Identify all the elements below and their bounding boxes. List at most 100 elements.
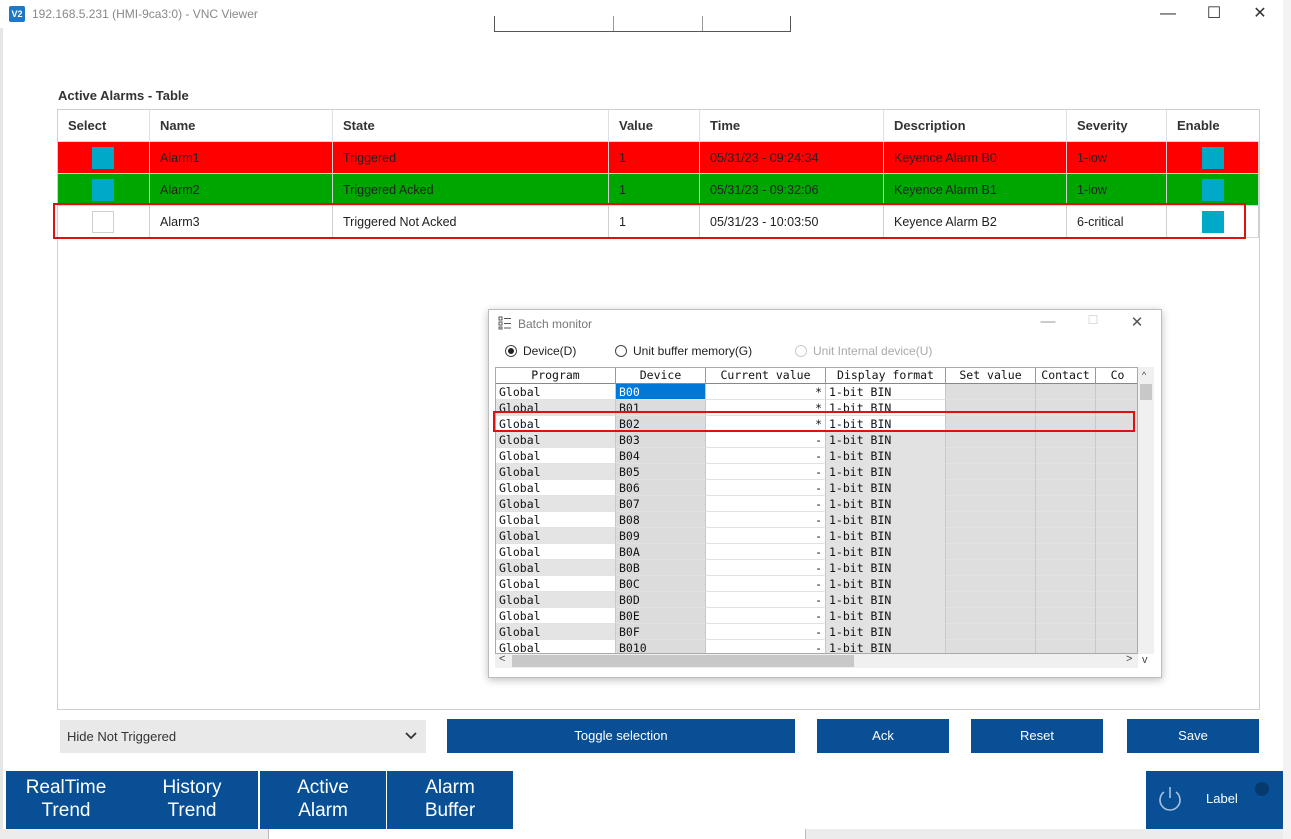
grid-program-cell: Global bbox=[496, 608, 616, 624]
grid-co-cell bbox=[1096, 448, 1137, 464]
grid-current-value-cell[interactable]: - bbox=[706, 464, 826, 480]
col-header-select[interactable]: Select bbox=[58, 110, 150, 142]
col-header-state[interactable]: State bbox=[333, 110, 609, 142]
col-header-severity[interactable]: Severity bbox=[1067, 110, 1167, 142]
chevron-down-icon[interactable] bbox=[404, 727, 418, 745]
grid-row[interactable]: Global B0C -1-bit BIN bbox=[496, 576, 1137, 592]
grid-row[interactable]: Global B04-1-bit BIN bbox=[496, 448, 1137, 464]
grid-row[interactable]: Global B0E -1-bit BIN bbox=[496, 608, 1137, 624]
reset-button[interactable]: Reset bbox=[971, 719, 1103, 753]
save-button[interactable]: Save bbox=[1127, 719, 1259, 753]
grid-set-value-cell bbox=[946, 496, 1036, 512]
grid-current-value-cell[interactable]: - bbox=[706, 640, 826, 653]
scroll-down-icon[interactable]: v bbox=[1142, 654, 1148, 666]
grid-current-value-cell[interactable]: - bbox=[706, 544, 826, 560]
grid-row[interactable]: Global B06-1-bit BIN bbox=[496, 480, 1137, 496]
close-button[interactable]: ✕ bbox=[1237, 2, 1283, 26]
grid-contact-cell bbox=[1036, 576, 1096, 592]
grid-row[interactable]: Global B0F -1-bit BIN bbox=[496, 624, 1137, 640]
grid-current-value-cell[interactable]: - bbox=[706, 480, 826, 496]
col-header-description[interactable]: Description bbox=[884, 110, 1067, 142]
top-partial-widget bbox=[494, 16, 791, 32]
grid-current-value-cell[interactable]: - bbox=[706, 432, 826, 448]
nav-tab-realtime-trend[interactable]: RealTime Trend bbox=[6, 771, 126, 829]
col-header-time[interactable]: Time bbox=[700, 110, 884, 142]
col-header-name[interactable]: Name bbox=[150, 110, 333, 142]
alarm-row[interactable]: Alarm2 Triggered Acked 1 05/31/23 - 09:32:0… bbox=[58, 174, 1259, 206]
toggle-selection-button[interactable]: Toggle selection bbox=[447, 719, 795, 753]
alarm-state-cell: Triggered Acked bbox=[333, 174, 609, 206]
select-checkbox[interactable] bbox=[92, 147, 114, 169]
grid-horizontal-thumb[interactable] bbox=[512, 655, 854, 667]
grid-vertical-thumb[interactable] bbox=[1140, 384, 1152, 400]
col-header-enable[interactable]: Enable bbox=[1167, 110, 1259, 142]
alarm-name-cell: Alarm2 bbox=[150, 174, 333, 206]
grid-co-cell bbox=[1096, 640, 1137, 653]
grid-row[interactable]: Global B08-1-bit BIN bbox=[496, 512, 1137, 528]
scroll-up-icon[interactable]: ^ bbox=[1142, 370, 1146, 380]
grid-current-value-cell[interactable]: - bbox=[706, 512, 826, 528]
grid-display-format-cell: 1-bit BIN bbox=[826, 448, 946, 464]
grid-program-cell: Global bbox=[496, 592, 616, 608]
grid-program-cell: Global bbox=[496, 544, 616, 560]
scroll-left-icon[interactable]: < bbox=[499, 653, 505, 665]
grid-header-set-value[interactable]: Set value bbox=[946, 368, 1036, 384]
filter-dropdown[interactable]: Hide Not Triggered bbox=[60, 720, 426, 753]
col-header-value[interactable]: Value bbox=[609, 110, 700, 142]
nav-tab-active-alarm[interactable]: Active Alarm bbox=[260, 771, 386, 829]
grid-row[interactable]: Global B07-1-bit BIN bbox=[496, 496, 1137, 512]
grid-row[interactable]: Global B0D -1-bit BIN bbox=[496, 592, 1137, 608]
grid-header-current-value[interactable]: Current value bbox=[706, 368, 826, 384]
grid-current-value-cell[interactable]: - bbox=[706, 560, 826, 576]
grid-set-value-cell bbox=[946, 480, 1036, 496]
grid-current-value-cell[interactable]: * bbox=[706, 384, 826, 400]
ack-button[interactable]: Ack bbox=[817, 719, 949, 753]
grid-row[interactable]: Global B00 * 1-bit BIN bbox=[496, 384, 1137, 400]
grid-device-cell: B0A bbox=[616, 544, 706, 560]
nav-tab-history-trend[interactable]: History Trend bbox=[126, 771, 258, 829]
alarm-value-cell: 1 bbox=[609, 174, 700, 206]
grid-co-cell bbox=[1096, 384, 1137, 400]
grid-row[interactable]: Global B09-1-bit BIN bbox=[496, 528, 1137, 544]
grid-current-value-cell[interactable]: - bbox=[706, 608, 826, 624]
grid-header-device[interactable]: Device bbox=[616, 368, 706, 384]
grid-row[interactable]: Global B010-1-bit BIN bbox=[496, 640, 1137, 653]
grid-current-value-cell[interactable]: - bbox=[706, 496, 826, 512]
grid-device-cell: B00 bbox=[616, 384, 706, 400]
grid-contact-cell bbox=[1036, 592, 1096, 608]
grid-vertical-scrollbar[interactable] bbox=[1138, 367, 1154, 654]
label-button-text: Label bbox=[1206, 791, 1238, 806]
grid-header-program[interactable]: Program bbox=[496, 368, 616, 384]
enable-checkbox[interactable] bbox=[1202, 147, 1224, 169]
grid-header-contact[interactable]: Contact bbox=[1036, 368, 1096, 384]
grid-header-co[interactable]: Co bbox=[1096, 368, 1137, 384]
grid-current-value-cell[interactable]: - bbox=[706, 528, 826, 544]
grid-header-display-format[interactable]: Display format bbox=[826, 368, 946, 384]
grid-current-value-cell[interactable]: - bbox=[706, 576, 826, 592]
grid-current-value-cell[interactable]: - bbox=[706, 624, 826, 640]
batch-minimize-button[interactable]: — bbox=[1040, 313, 1056, 333]
alarm-row[interactable]: Alarm1 Triggered 1 05/31/23 - 09:24:34 Keyen… bbox=[58, 142, 1259, 174]
grid-current-value-cell[interactable]: - bbox=[706, 448, 826, 464]
batch-maximize-button[interactable]: ☐ bbox=[1085, 313, 1101, 333]
enable-checkbox[interactable] bbox=[1202, 179, 1224, 201]
radio-selected-icon bbox=[505, 345, 517, 357]
grid-program-cell: Global bbox=[496, 496, 616, 512]
grid-row[interactable]: Global B05-1-bit BIN bbox=[496, 464, 1137, 480]
status-dot bbox=[1255, 782, 1269, 796]
select-checkbox[interactable] bbox=[92, 179, 114, 201]
grid-row[interactable]: Global B03-1-bit BIN bbox=[496, 432, 1137, 448]
grid-row[interactable]: Global B0B -1-bit BIN bbox=[496, 560, 1137, 576]
grid-contact-cell bbox=[1036, 512, 1096, 528]
nav-tab-alarm-buffer[interactable]: Alarm Buffer bbox=[387, 771, 513, 829]
maximize-button[interactable]: ☐ bbox=[1191, 2, 1237, 26]
grid-display-format-cell: 1-bit BIN bbox=[826, 432, 946, 448]
minimize-button[interactable]: — bbox=[1145, 2, 1191, 26]
grid-row[interactable]: Global B0A -1-bit BIN bbox=[496, 544, 1137, 560]
batch-close-button[interactable]: ✕ bbox=[1129, 313, 1145, 333]
scroll-right-icon[interactable]: > bbox=[1126, 653, 1132, 665]
left-edge-strip bbox=[0, 28, 3, 839]
radio-unit-buffer-memory[interactable]: Unit buffer memory(G) bbox=[615, 344, 752, 358]
grid-current-value-cell[interactable]: - bbox=[706, 592, 826, 608]
radio-device[interactable]: Device(D) bbox=[505, 344, 576, 358]
